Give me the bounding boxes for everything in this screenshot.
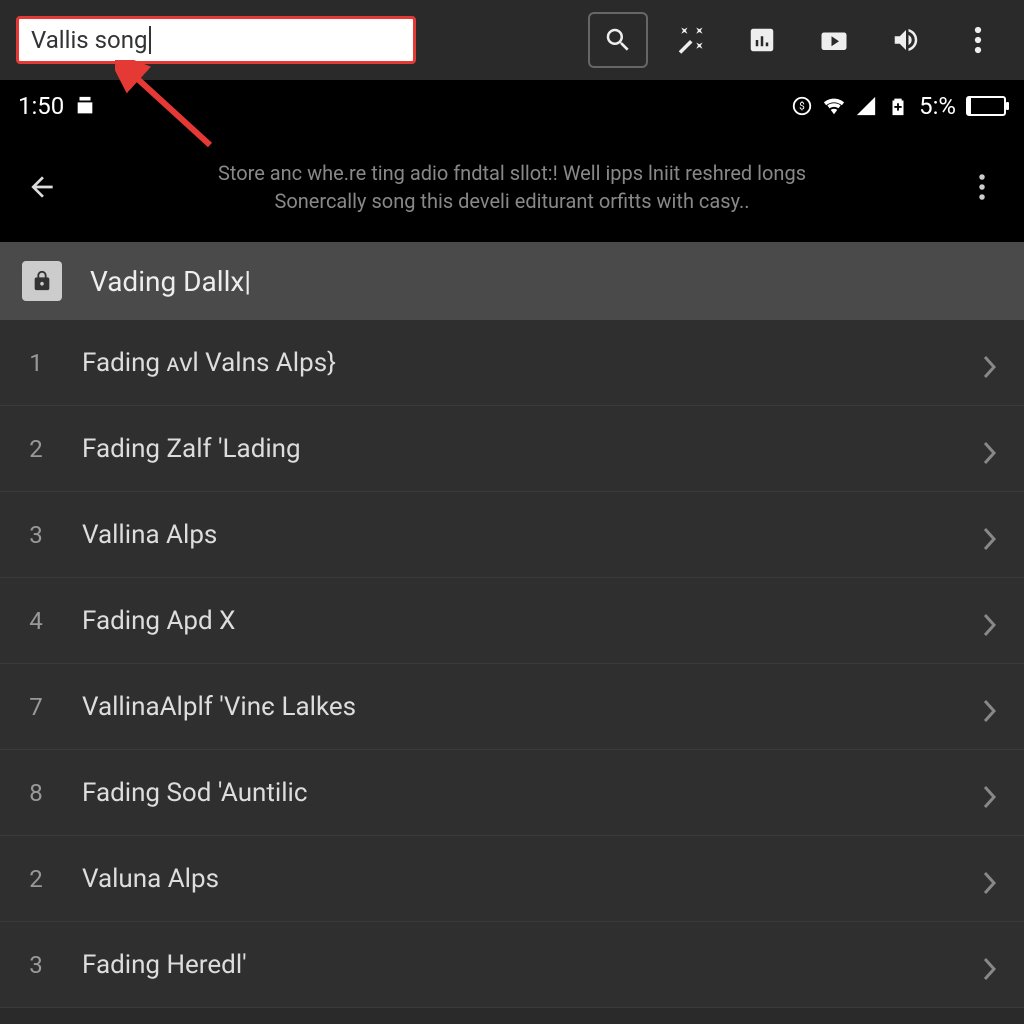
more-vert-icon — [978, 172, 986, 202]
list-item[interactable]: 2 Valuna Alps — [0, 836, 1024, 922]
svg-text:$: $ — [799, 100, 805, 113]
song-number: 4 — [22, 607, 50, 635]
back-button[interactable] — [20, 165, 64, 209]
list-item[interactable]: 3 Fading Heredl' — [0, 922, 1024, 1008]
header-description: Store anc whe.re ting adio fndtal sllot:… — [88, 159, 936, 215]
section-header[interactable]: Vading Dallx| — [0, 242, 1024, 320]
status-circle-icon: $ — [791, 95, 813, 117]
song-list: 1 Fading ͏ᴀᴠl Valns Alps} 2 Fading Zalf … — [0, 320, 1024, 1008]
list-item[interactable]: 1 Fading ͏ᴀᴠl Valns Alps} — [0, 320, 1024, 406]
song-number: 8 — [22, 779, 50, 807]
status-app-icon — [74, 95, 96, 117]
chart-icon — [747, 25, 777, 55]
lock-icon — [31, 270, 53, 292]
list-item[interactable]: 2 Fading Zalf 'Lading — [0, 406, 1024, 492]
song-title: Fading Heredl' — [82, 950, 950, 980]
list-item[interactable]: 4 Fading Apd X — [0, 578, 1024, 664]
section-title: Vading Dallx| — [90, 265, 251, 298]
list-item[interactable]: 7 VallinaAlplf 'Vinє Lalkes — [0, 664, 1024, 750]
video-button[interactable] — [804, 12, 864, 68]
chevron-right-icon — [982, 439, 1002, 459]
song-number: 2 — [22, 435, 50, 463]
list-item[interactable]: 8 Fading Sod 'Auntilic — [0, 750, 1024, 836]
song-title: Fading Sod 'Auntilic — [82, 778, 950, 808]
search-input[interactable]: Vallis song — [16, 16, 416, 64]
search-button[interactable] — [588, 12, 648, 68]
status-bar: 1:50 $ 5:% — [0, 80, 1024, 132]
chevron-right-icon — [982, 869, 1002, 889]
list-item[interactable]: 3 Vallina Alps — [0, 492, 1024, 578]
toolbar-more-button[interactable] — [948, 12, 1008, 68]
song-title: Fading Zalf 'Lading — [82, 434, 950, 464]
video-icon — [819, 25, 849, 55]
chevron-right-icon — [982, 783, 1002, 803]
wand-icon — [675, 25, 705, 55]
chevron-right-icon — [982, 353, 1002, 373]
song-title: VallinaAlplf 'Vinє Lalkes — [82, 692, 950, 722]
back-arrow-icon — [26, 171, 58, 203]
song-title: Fading Apd X — [82, 606, 950, 636]
song-title: Vallina Alps — [82, 520, 950, 550]
chevron-right-icon — [982, 611, 1002, 631]
top-toolbar: Vallis song — [0, 0, 1024, 80]
battery-saver-icon — [887, 95, 909, 117]
sound-icon — [891, 25, 921, 55]
song-number: 1 — [22, 349, 50, 377]
chevron-right-icon — [982, 955, 1002, 975]
chevron-right-icon — [982, 697, 1002, 717]
more-vert-icon — [974, 25, 982, 55]
song-title: Fading ͏ᴀᴠl Valns Alps} — [82, 347, 950, 378]
song-number: 3 — [22, 951, 50, 979]
status-time: 1:50 — [18, 92, 64, 120]
signal-icon — [855, 95, 877, 117]
wand-button[interactable] — [660, 12, 720, 68]
search-input-text: Vallis song — [31, 26, 147, 54]
wifi-icon — [823, 95, 845, 117]
battery-icon — [966, 96, 1006, 116]
search-icon — [603, 25, 633, 55]
chevron-right-icon — [982, 525, 1002, 545]
header-more-button[interactable] — [960, 172, 1004, 202]
battery-percent: 5:% — [919, 92, 956, 120]
song-number: 2 — [22, 865, 50, 893]
song-number: 7 — [22, 693, 50, 721]
page-header: Store anc whe.re ting adio fndtal sllot:… — [0, 132, 1024, 242]
song-title: Valuna Alps — [82, 864, 950, 894]
song-number: 3 — [22, 521, 50, 549]
chart-button[interactable] — [732, 12, 792, 68]
sound-button[interactable] — [876, 12, 936, 68]
lock-badge — [22, 261, 62, 301]
